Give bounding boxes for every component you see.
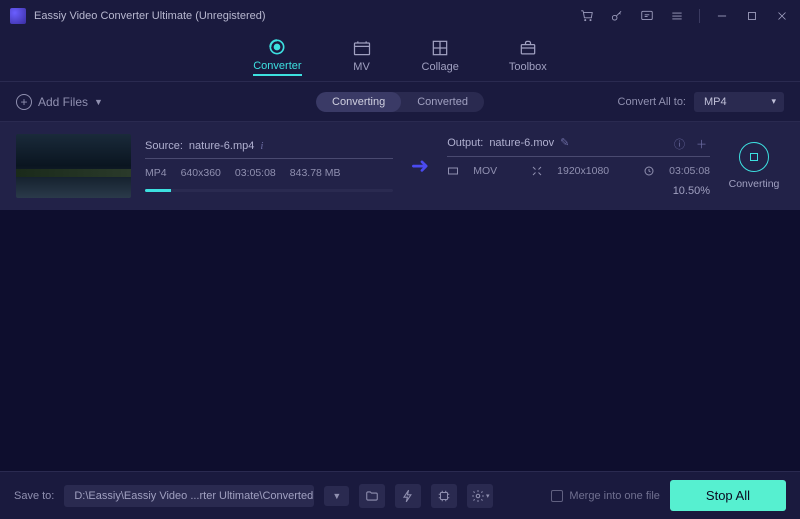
- open-folder-button[interactable]: [359, 484, 385, 508]
- source-resolution: 640x360: [181, 167, 221, 179]
- output-duration: 03:05:08: [669, 165, 710, 177]
- output-meta: MOV 1920x1080 03:05:08: [447, 165, 710, 177]
- divider: [699, 9, 700, 23]
- source-line: Source: nature-6.mp4 i: [145, 140, 393, 152]
- source-size: 843.78 MB: [290, 167, 341, 179]
- stop-button[interactable]: [739, 142, 769, 172]
- source-duration: 03:05:08: [235, 167, 276, 179]
- output-icons: ⓘ ＋: [674, 136, 710, 150]
- merge-checkbox[interactable]: Merge into one file: [551, 490, 660, 502]
- lightning-button[interactable]: [395, 484, 421, 508]
- progress-fill: [145, 189, 171, 192]
- titlebar-left: Eassiy Video Converter Ultimate (Unregis…: [10, 8, 266, 24]
- close-icon[interactable]: [774, 8, 790, 24]
- app-title: Eassiy Video Converter Ultimate (Unregis…: [34, 10, 266, 22]
- progress-percent: 10.50%: [447, 185, 710, 197]
- save-to-label: Save to:: [14, 490, 54, 502]
- resolution-icon: [531, 165, 543, 177]
- action-label: Converting: [729, 178, 780, 190]
- info-circle-icon[interactable]: ⓘ: [674, 136, 688, 150]
- feedback-icon[interactable]: [639, 8, 655, 24]
- tab-label: MV: [353, 61, 370, 73]
- tab-toolbox[interactable]: Toolbox: [509, 38, 547, 75]
- add-files-button[interactable]: + Add Files ▼: [16, 94, 103, 110]
- divider: [447, 156, 710, 157]
- mv-icon: [352, 38, 372, 58]
- output-filename: nature-6.mov: [489, 137, 554, 149]
- view-tabs: Converting Converted: [316, 92, 484, 112]
- tab-converter[interactable]: Converter: [253, 37, 301, 76]
- divider: [145, 158, 393, 159]
- info-icon[interactable]: i: [260, 140, 263, 152]
- gpu-button[interactable]: [431, 484, 457, 508]
- checkbox-icon: [551, 490, 563, 502]
- converter-icon: [267, 37, 287, 57]
- output-line: Output: nature-6.mov ✎ ⓘ ＋: [447, 136, 710, 150]
- view-tab-converting[interactable]: Converting: [316, 92, 401, 112]
- arrow-right-icon: ➜: [411, 153, 429, 179]
- settings-button[interactable]: ▾: [467, 484, 493, 508]
- tab-label: Toolbox: [509, 61, 547, 73]
- menu-icon[interactable]: [669, 8, 685, 24]
- stop-icon: [750, 153, 758, 161]
- format-select[interactable]: MP4: [694, 92, 784, 112]
- video-thumbnail[interactable]: [16, 134, 131, 198]
- add-icon[interactable]: ＋: [696, 136, 710, 150]
- convert-all-label: Convert All to:: [618, 96, 686, 108]
- content-area: Source: nature-6.mp4 i MP4 640x360 03:05…: [0, 122, 800, 471]
- add-files-label: Add Files: [38, 95, 88, 109]
- edit-icon[interactable]: ✎: [560, 136, 569, 149]
- nav-bar: Converter MV Collage Toolbox: [0, 32, 800, 82]
- toolbar: + Add Files ▼ Converting Converted Conve…: [0, 82, 800, 122]
- title-bar: Eassiy Video Converter Ultimate (Unregis…: [0, 0, 800, 32]
- format-icon: [447, 165, 459, 177]
- source-format: MP4: [145, 167, 167, 179]
- duration-icon: [643, 165, 655, 177]
- tab-mv[interactable]: MV: [352, 38, 372, 75]
- bottom-bar: Save to: D:\Eassiy\Eassiy Video ...rter …: [0, 471, 800, 519]
- row-action: Converting: [724, 142, 784, 190]
- toolbox-icon: [518, 38, 538, 58]
- output-resolution: 1920x1080: [557, 165, 609, 177]
- view-tab-converted[interactable]: Converted: [401, 92, 484, 112]
- chevron-down-icon: ▼: [94, 97, 103, 107]
- key-icon[interactable]: [609, 8, 625, 24]
- cart-icon[interactable]: [579, 8, 595, 24]
- titlebar-right: [579, 8, 790, 24]
- source-column: Source: nature-6.mp4 i MP4 640x360 03:05…: [145, 140, 393, 192]
- output-column: Output: nature-6.mov ✎ ⓘ ＋ MOV 1920x1080…: [447, 136, 710, 197]
- progress-bar: [145, 189, 393, 192]
- source-filename: nature-6.mp4: [189, 140, 254, 152]
- maximize-icon[interactable]: [744, 8, 760, 24]
- source-label: Source:: [145, 140, 183, 152]
- source-meta: MP4 640x360 03:05:08 843.78 MB: [145, 167, 393, 179]
- path-dropdown-button[interactable]: ▼: [324, 486, 349, 506]
- collage-icon: [430, 38, 450, 58]
- file-row: Source: nature-6.mp4 i MP4 640x360 03:05…: [0, 122, 800, 210]
- app-logo-icon: [10, 8, 26, 24]
- file-columns: Source: nature-6.mp4 i MP4 640x360 03:05…: [145, 136, 710, 197]
- minimize-icon[interactable]: [714, 8, 730, 24]
- save-path-field[interactable]: D:\Eassiy\Eassiy Video ...rter Ultimate\…: [64, 485, 314, 507]
- output-format: MOV: [473, 165, 497, 177]
- tab-collage[interactable]: Collage: [422, 38, 459, 75]
- plus-icon: +: [16, 94, 32, 110]
- merge-label: Merge into one file: [569, 490, 660, 502]
- output-label: Output:: [447, 137, 483, 149]
- tab-label: Converter: [253, 60, 301, 72]
- convert-all-control: Convert All to: MP4: [618, 92, 784, 112]
- tab-label: Collage: [422, 61, 459, 73]
- stop-all-button[interactable]: Stop All: [670, 480, 786, 511]
